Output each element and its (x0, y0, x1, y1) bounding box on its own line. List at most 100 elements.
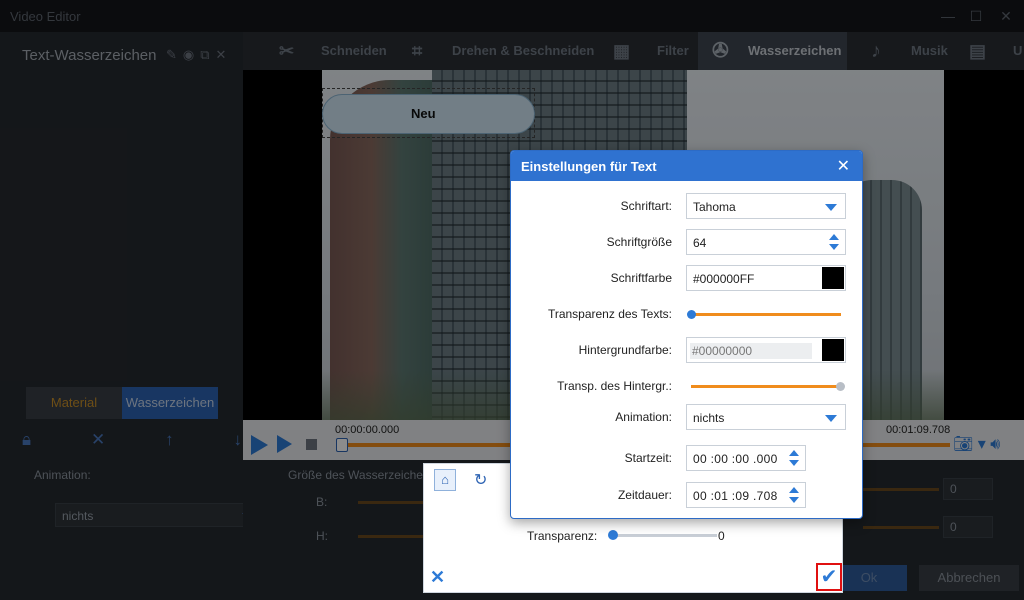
cancel-button[interactable]: Abbrechen (919, 565, 1019, 591)
text-watermark[interactable]: Neu (322, 94, 535, 134)
color-swatch[interactable] (822, 267, 844, 289)
height-label: H: (316, 529, 328, 543)
tab-drehen-beschneiden[interactable]: ⌗ Drehen & Beschneiden (412, 32, 594, 70)
size-label: Schriftgröße (606, 235, 672, 249)
minimize-button[interactable]: — (938, 6, 958, 26)
text-transparency-row: Transparenz des Texts: (511, 301, 862, 327)
dialog-header: Einstellungen für Text ✕ (511, 151, 862, 181)
move-up-icon[interactable]: ↑ (165, 430, 174, 450)
spinner-icon[interactable] (789, 450, 799, 466)
discard-icon[interactable]: ✕ (430, 567, 445, 588)
title-bar: Video Editor — ☐ ✕ (0, 0, 1024, 32)
font-value: Tahoma (693, 200, 736, 214)
width-label: B: (316, 495, 328, 509)
dialog-close-icon[interactable]: ✕ (837, 156, 850, 176)
scissors-icon: ✂ (279, 41, 295, 61)
music-note-icon: ♪ (871, 40, 881, 62)
color-value: #000000FF (693, 272, 755, 286)
delete-icon[interactable]: ✕ (91, 430, 105, 450)
start-time-field[interactable]: 00 :00 :00 .000 (686, 445, 806, 471)
lock-icon[interactable]: 🔒︎ (22, 430, 31, 450)
play-icon[interactable] (251, 435, 268, 455)
eye-icon[interactable]: ◉ (183, 47, 200, 62)
transparency-label: Transparenz: (527, 529, 598, 543)
animation-label: Animation: (615, 410, 672, 424)
edit-icon[interactable]: ✎ (166, 47, 183, 62)
y-spinner[interactable]: 0 (943, 516, 993, 538)
bg-color-swatch[interactable] (822, 339, 844, 361)
maximize-button[interactable]: ☐ (966, 6, 986, 26)
font-select[interactable]: Tahoma (686, 193, 846, 219)
duration-field[interactable]: 00 :01 :09 .708 (686, 482, 806, 508)
chevron-down-icon (825, 204, 837, 211)
bg-transparency-row: Transp. des Hintergr.: (511, 373, 862, 399)
text-transparency-slider[interactable] (687, 310, 841, 319)
time-start: 00:00:00.000 (335, 424, 400, 436)
spinner-icon[interactable] (829, 234, 839, 250)
bg-transparency-slider[interactable] (691, 382, 845, 391)
start-label: Startzeit: (624, 451, 672, 465)
chevron-down-icon (825, 415, 837, 422)
window-title: Video Editor (10, 9, 81, 24)
font-label: Schriftart: (620, 199, 672, 213)
transparency-handle[interactable] (608, 530, 618, 540)
dialog-title: Einstellungen für Text (521, 159, 657, 174)
y-slider[interactable] (863, 526, 939, 529)
duration-value: 00 :01 :09 .708 (693, 489, 778, 503)
time-end: 00:01:09.708 (886, 424, 951, 436)
animation-label: Animation: (34, 468, 91, 482)
height-slider[interactable] (358, 535, 428, 538)
tab-wasserzeichen[interactable]: Wasserzeichen (122, 387, 218, 419)
refresh-icon[interactable]: ↻ (474, 470, 487, 490)
tab-schneiden[interactable]: ✂ Schneiden (279, 32, 387, 70)
text-settings-dialog: Einstellungen für Text ✕ Schriftart: Tah… (510, 150, 863, 519)
size-value: 64 (693, 236, 707, 250)
animation-select[interactable]: nichts (55, 503, 263, 527)
animation-row: Animation: nichts (511, 404, 862, 430)
filter-icon: ▦ (613, 41, 631, 61)
tab-untertitel[interactable]: ▤ U (969, 32, 1022, 70)
layer-toolbar: 🔒︎ ✕ ↑ ↓ (22, 430, 242, 450)
animation-select[interactable]: nichts (686, 404, 846, 430)
crop-icon: ⌗ (412, 41, 423, 61)
tab-wasserzeichen-top[interactable]: ✇ Wasserzeichen (698, 32, 848, 70)
stop-icon[interactable] (306, 439, 317, 450)
close-icon[interactable]: ✕ (216, 47, 233, 62)
camera-icon[interactable]: 📷︎ ▾ 🔊︎ (953, 434, 1000, 454)
transparency-value: 0 (718, 529, 725, 543)
start-row: Startzeit: 00 :00 :00 .000 (511, 445, 862, 471)
timeline-handle[interactable] (336, 438, 348, 452)
film-reel-icon: ✇ (712, 40, 729, 62)
x-slider[interactable] (863, 488, 939, 491)
size-label: Größe des Wasserzeichen (288, 468, 430, 482)
style-icon[interactable]: ⌂ (434, 469, 456, 491)
copy-icon[interactable]: ⧉ (200, 47, 215, 62)
color-row: Schriftfarbe #000000FF (511, 265, 862, 291)
spinner-icon[interactable] (789, 487, 799, 503)
bg-color-value: #00000000 (690, 343, 812, 359)
text-transparency-label: Transparenz des Texts: (547, 307, 672, 321)
close-button[interactable]: ✕ (996, 6, 1016, 26)
width-slider[interactable] (358, 501, 428, 504)
transparency-slider[interactable] (611, 534, 717, 537)
panel-title: Text-Wasserzeichen (22, 47, 157, 64)
size-stepper[interactable]: 64 (686, 229, 846, 255)
move-down-icon[interactable]: ↓ (233, 430, 242, 450)
play-segment-icon[interactable] (277, 435, 292, 453)
tab-musik[interactable]: ♪ Musik (871, 32, 948, 70)
watermark-text: Neu (411, 106, 436, 121)
bg-color-label: Hintergrundfarbe: (578, 343, 672, 357)
tab-material[interactable]: Material (26, 387, 122, 419)
bg-color-field[interactable]: #00000000 (686, 337, 846, 363)
color-field[interactable]: #000000FF (686, 265, 846, 291)
left-panel: Text-Wasserzeichen ✎◉⧉✕ Material Wasserz… (0, 32, 263, 600)
animation-value: nichts (62, 509, 94, 523)
bg-transparency-label: Transp. des Hintergr.: (557, 379, 672, 393)
text-transparency-handle[interactable] (687, 310, 696, 319)
panel-actions: ✎◉⧉✕ (166, 47, 232, 63)
tab-filter[interactable]: ▦ Filter (613, 32, 689, 70)
x-spinner[interactable]: 0 (943, 478, 993, 500)
confirm-check-icon[interactable]: ✔ (816, 563, 842, 591)
bg-transparency-handle[interactable] (836, 382, 845, 391)
duration-label: Zeitdauer: (617, 488, 672, 502)
